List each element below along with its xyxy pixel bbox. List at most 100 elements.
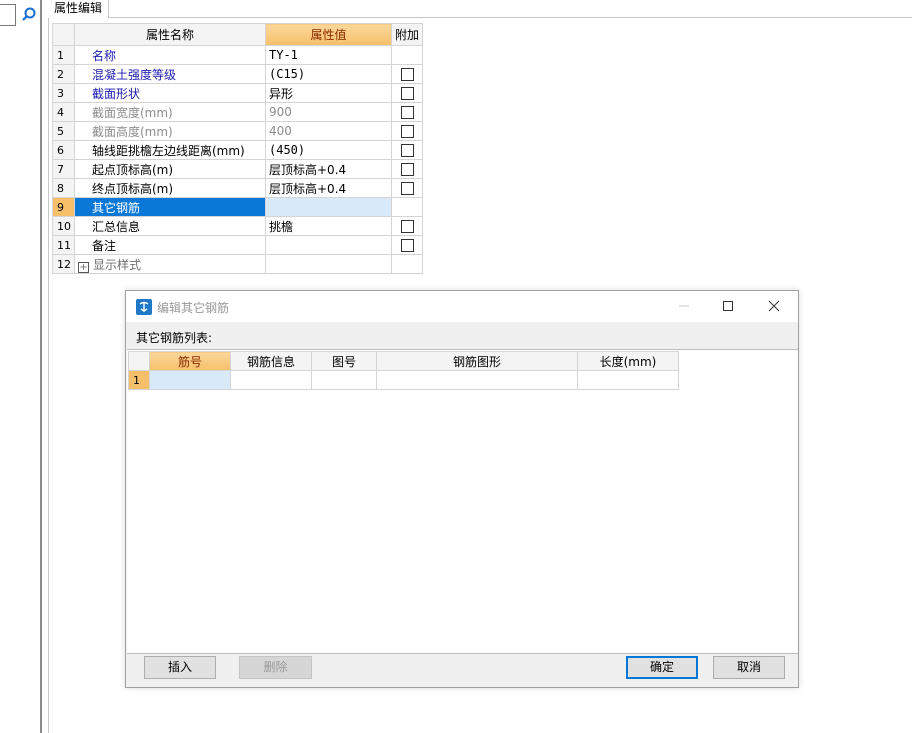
- ok-button[interactable]: 确定: [626, 656, 698, 679]
- property-name[interactable]: 截面宽度(mm): [74, 102, 266, 122]
- property-value[interactable]: 异形: [265, 83, 392, 103]
- property-value[interactable]: [265, 254, 392, 274]
- close-icon[interactable]: [764, 297, 784, 315]
- extra-cell: [390, 216, 424, 236]
- property-name[interactable]: 备注: [74, 235, 266, 255]
- extra-cell: [390, 159, 424, 179]
- row-number: 10: [52, 216, 75, 236]
- app-icon: [136, 299, 152, 315]
- row-number: 1: [128, 370, 150, 390]
- minimize-icon[interactable]: [674, 297, 694, 315]
- rebar-list: 筋号 钢筋信息 图号 钢筋图形 长度(mm) 1: [127, 349, 798, 654]
- property-name[interactable]: 截面高度(mm): [74, 121, 266, 141]
- row-number: 1: [52, 45, 75, 65]
- column-header[interactable]: 图号: [311, 351, 377, 371]
- table-row[interactable]: 8 终点顶标高(m) 层顶标高+0.4: [52, 178, 424, 198]
- extra-checkbox[interactable]: [400, 162, 414, 176]
- row-number: 12: [52, 254, 75, 274]
- table-row[interactable]: 1 名称 TY-1: [52, 45, 424, 65]
- extra-checkbox[interactable]: [400, 124, 414, 138]
- table-row[interactable]: 5 截面高度(mm) 400: [52, 121, 424, 141]
- extra-cell: [390, 254, 424, 274]
- extra-checkbox[interactable]: [400, 238, 414, 252]
- extra-checkbox[interactable]: [400, 143, 414, 157]
- row-number: 9: [52, 197, 75, 217]
- property-grid: 属性名称 属性值 附加 1 名称 TY-1 2 混凝土强度等级 (C15) 3 …: [52, 23, 424, 274]
- tab-bar: 属性编辑: [48, 0, 912, 18]
- tab-property-edit[interactable]: 属性编辑: [48, 0, 110, 18]
- rebar-list-label: 其它钢筋列表:: [136, 331, 213, 345]
- insert-button[interactable]: 插入: [144, 656, 216, 679]
- header-name[interactable]: 属性名称: [74, 23, 266, 46]
- column-header[interactable]: 筋号: [149, 351, 231, 371]
- property-name[interactable]: 起点顶标高(m): [74, 159, 266, 179]
- property-value[interactable]: [265, 197, 392, 217]
- table-row[interactable]: 3 截面形状 异形: [52, 83, 424, 103]
- property-name[interactable]: 混凝土强度等级: [74, 64, 266, 84]
- dialog-title: 编辑其它钢筋: [157, 301, 230, 315]
- property-value[interactable]: (C15): [265, 64, 392, 84]
- table-row[interactable]: 11 备注: [52, 235, 424, 255]
- property-group[interactable]: + 显示样式: [74, 254, 266, 274]
- row-number: 6: [52, 140, 75, 160]
- search-icon[interactable]: [20, 6, 38, 24]
- search-input[interactable]: [0, 4, 16, 26]
- expand-icon[interactable]: +: [78, 261, 89, 273]
- property-value[interactable]: 900: [265, 102, 392, 122]
- row-number: 2: [52, 64, 75, 84]
- extra-checkbox[interactable]: [400, 181, 414, 195]
- cancel-button[interactable]: 取消: [713, 656, 785, 679]
- table-row[interactable]: 12 + 显示样式: [52, 254, 424, 274]
- property-name[interactable]: 名称: [74, 45, 266, 65]
- extra-cell: [390, 45, 424, 65]
- table-row-selected[interactable]: 9 其它钢筋: [52, 197, 424, 217]
- property-value[interactable]: 挑檐: [265, 216, 392, 236]
- header-value[interactable]: 属性值: [265, 23, 392, 46]
- table-row[interactable]: 10 汇总信息 挑檐: [52, 216, 424, 236]
- property-name[interactable]: 其它钢筋: [74, 197, 266, 217]
- maximize-icon[interactable]: [718, 297, 738, 315]
- property-value[interactable]: 400: [265, 121, 392, 141]
- property-name[interactable]: 终点顶标高(m): [74, 178, 266, 198]
- extra-cell: [390, 102, 424, 122]
- extra-cell: [390, 235, 424, 255]
- column-header[interactable]: 钢筋图形: [376, 351, 578, 371]
- property-name[interactable]: 轴线距挑檐左边线距离(mm): [74, 140, 266, 160]
- table-row[interactable]: 4 截面宽度(mm) 900: [52, 102, 424, 122]
- extra-cell: [390, 121, 424, 141]
- table-cell[interactable]: [149, 370, 231, 390]
- row-number: 3: [52, 83, 75, 103]
- column-header[interactable]: 钢筋信息: [230, 351, 312, 371]
- property-value[interactable]: 层顶标高+0.4: [265, 178, 392, 198]
- property-value[interactable]: [265, 235, 392, 255]
- property-value[interactable]: TY-1: [265, 45, 392, 65]
- extra-cell: [390, 140, 424, 160]
- row-number: 7: [52, 159, 75, 179]
- dialog-body: 其它钢筋列表: 筋号 钢筋信息 图号 钢筋图形 长度(mm) 1: [126, 322, 798, 687]
- extra-cell: [390, 64, 424, 84]
- header-extra[interactable]: 附加: [390, 23, 424, 46]
- column-header[interactable]: 长度(mm): [577, 351, 679, 371]
- left-panel: [0, 0, 42, 733]
- extra-checkbox[interactable]: [400, 105, 414, 119]
- table-cell[interactable]: [311, 370, 377, 390]
- table-row[interactable]: 1: [128, 370, 679, 390]
- table-row[interactable]: 7 起点顶标高(m) 层顶标高+0.4: [52, 159, 424, 179]
- delete-button[interactable]: 删除: [239, 656, 312, 679]
- property-value[interactable]: (450): [265, 140, 392, 160]
- dialog-titlebar[interactable]: 编辑其它钢筋: [126, 291, 798, 322]
- extra-checkbox[interactable]: [400, 219, 414, 233]
- extra-checkbox[interactable]: [400, 86, 414, 100]
- property-name[interactable]: 截面形状: [74, 83, 266, 103]
- extra-checkbox[interactable]: [400, 67, 414, 81]
- property-name: 显示样式: [93, 257, 142, 272]
- table-cell[interactable]: [577, 370, 679, 390]
- table-row[interactable]: 2 混凝土强度等级 (C15): [52, 64, 424, 84]
- table-cell[interactable]: [230, 370, 312, 390]
- property-value[interactable]: 层顶标高+0.4: [265, 159, 392, 179]
- row-number: 4: [52, 102, 75, 122]
- property-name[interactable]: 汇总信息: [74, 216, 266, 236]
- table-cell[interactable]: [376, 370, 578, 390]
- rebar-table: 筋号 钢筋信息 图号 钢筋图形 长度(mm) 1: [128, 351, 679, 390]
- table-row[interactable]: 6 轴线距挑檐左边线距离(mm) (450): [52, 140, 424, 160]
